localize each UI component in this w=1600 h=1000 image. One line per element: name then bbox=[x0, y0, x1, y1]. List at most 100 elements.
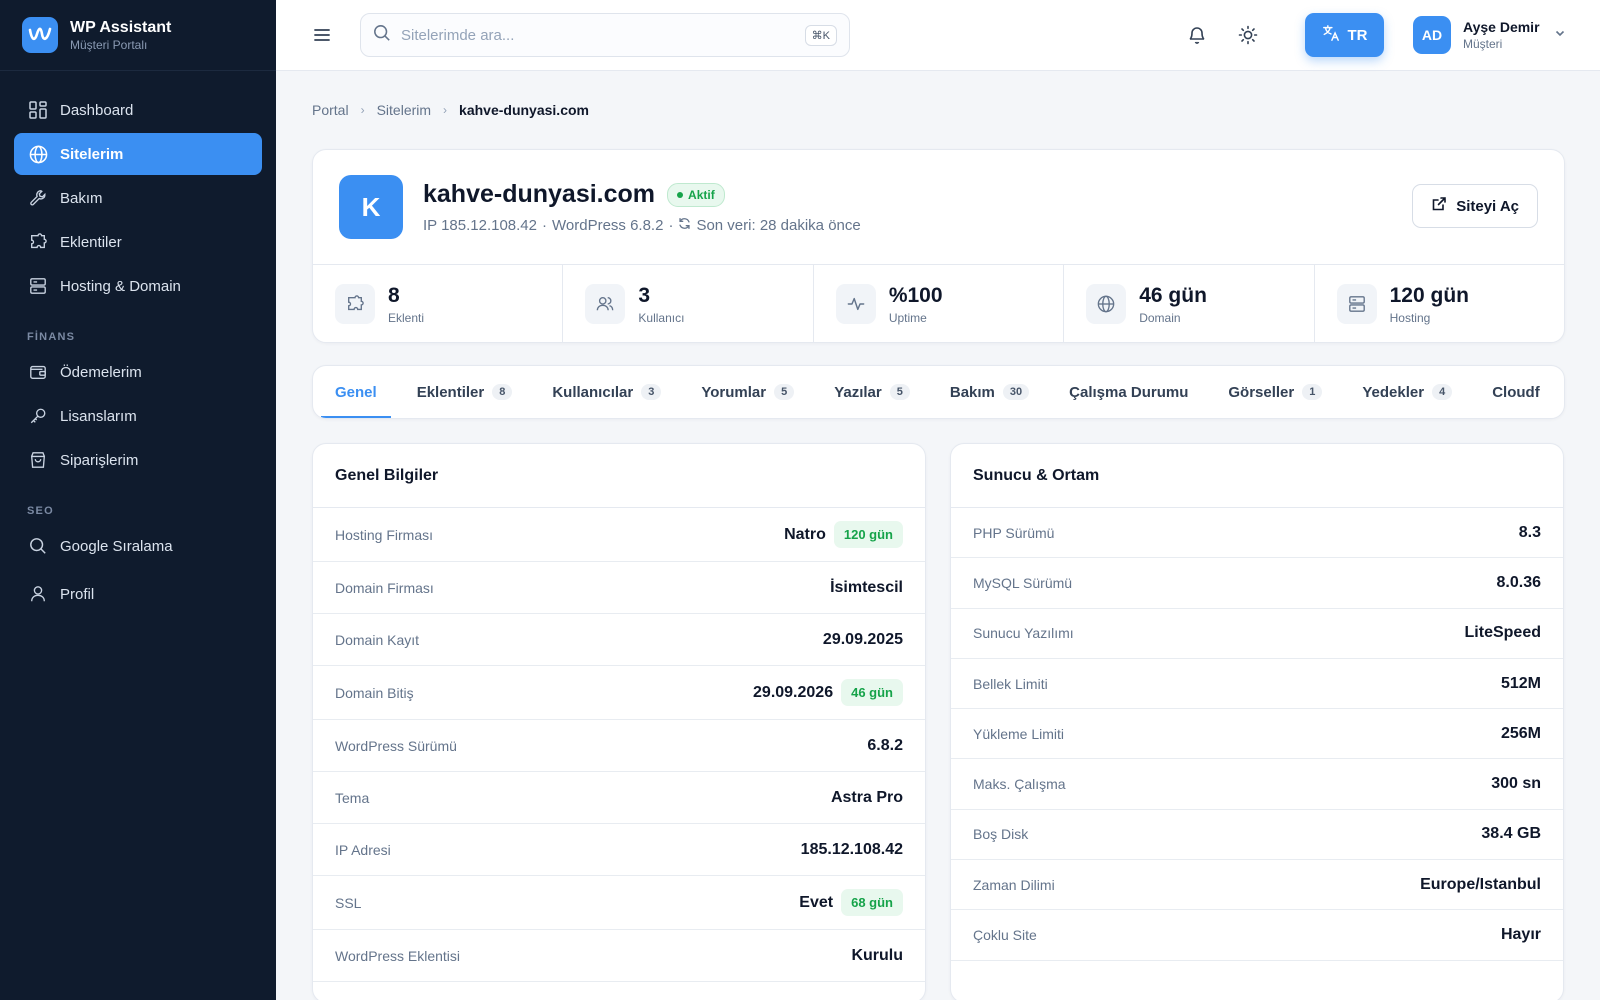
tab-yazilar[interactable]: Yazılar 5 bbox=[816, 366, 928, 418]
sidebar-item-siparislerim[interactable]: Siparişlerim bbox=[14, 439, 262, 481]
server-row-max-exec: Maks. Çalışma 300 sn bbox=[951, 759, 1563, 810]
row-value: Astra Pro bbox=[830, 788, 903, 806]
row-value: 6.8.2 bbox=[867, 736, 903, 754]
sidebar-item-label: Google Sıralama bbox=[60, 537, 173, 555]
info-row-theme: Tema Astra Pro bbox=[313, 772, 925, 824]
tab-eklentiler[interactable]: Eklentiler 8 bbox=[399, 366, 531, 418]
server-row-software: Sunucu Yazılımı LiteSpeed bbox=[951, 609, 1563, 659]
stat-plugins: 8 Eklenti bbox=[313, 265, 564, 343]
row-label: Domain Kayıt bbox=[335, 631, 420, 648]
section-finance: FİNANS bbox=[27, 331, 76, 343]
status-badge: Aktif bbox=[667, 182, 725, 207]
key-icon bbox=[28, 406, 48, 426]
tab-label: Kullanıcılar bbox=[552, 383, 634, 401]
tab-genel[interactable]: Genel bbox=[317, 366, 395, 418]
site-meta: IP 185.12.108.42 · WordPress 6.8.2 · Son… bbox=[423, 217, 861, 234]
sidebar-item-label: Profil bbox=[60, 585, 95, 603]
tab-label: Yazılar bbox=[834, 383, 882, 401]
user-menu[interactable]: AD Ayşe Demir Müşteri bbox=[1413, 16, 1566, 54]
sidebar-item-hosting-domain[interactable]: Hosting & Domain bbox=[14, 265, 262, 307]
stat-users: 3 Kullanıcı bbox=[563, 265, 814, 343]
row-value: 38.4 GB bbox=[1481, 825, 1541, 843]
tab-count: 4 bbox=[1432, 384, 1453, 400]
site-ip: IP 185.12.108.42 bbox=[423, 217, 537, 234]
sidebar-item-bakim[interactable]: Bakım bbox=[14, 177, 262, 219]
sidebar-item-eklentiler[interactable]: Eklentiler bbox=[14, 221, 262, 263]
shopping-bag-icon bbox=[28, 450, 48, 470]
search-input[interactable] bbox=[401, 26, 805, 44]
tab-label: Çalışma Durumu bbox=[1069, 383, 1189, 401]
info-row-hosting: Hosting Firması Natro 120 gün bbox=[313, 508, 925, 562]
puzzle-icon bbox=[28, 232, 48, 252]
stat-label: Kullanıcı bbox=[638, 310, 685, 325]
sidebar-nav: Dashboard Sitelerim Bakım Eklentiler Hos… bbox=[0, 71, 276, 635]
panel-title: Sunucu & Ortam bbox=[951, 444, 1563, 508]
panel-title: Genel Bilgiler bbox=[313, 444, 925, 508]
tab-bakim[interactable]: Bakım 30 bbox=[932, 366, 1047, 418]
sidebar: WP Assistant Müşteri Portalı Dashboard S… bbox=[0, 0, 276, 1000]
tab-kullanicilar[interactable]: Kullanıcılar 3 bbox=[534, 366, 679, 418]
tab-yedekler[interactable]: Yedekler 4 bbox=[1344, 366, 1470, 418]
row-label: SSL bbox=[335, 894, 362, 911]
row-value: 29.09.2025 bbox=[822, 630, 903, 648]
external-link-icon bbox=[1431, 196, 1447, 216]
row-value: 185.12.108.42 bbox=[800, 840, 903, 858]
sidebar-item-label: Ödemelerim bbox=[60, 363, 142, 381]
row-label: MySQL Sürümü bbox=[973, 574, 1073, 591]
stat-domain: 46 gün Domain bbox=[1064, 265, 1315, 343]
tab-count: 5 bbox=[774, 384, 795, 400]
tab-label: Bakım bbox=[949, 383, 995, 401]
avatar: AD bbox=[1413, 16, 1451, 54]
tab-gorseller[interactable]: Görseller 1 bbox=[1210, 366, 1340, 418]
brand[interactable]: WP Assistant Müşteri Portalı bbox=[0, 0, 276, 71]
sidebar-item-sitelerim[interactable]: Sitelerim bbox=[14, 133, 262, 175]
tab-calisma-durumu[interactable]: Çalışma Durumu bbox=[1051, 366, 1206, 418]
row-value: 8.3 bbox=[1518, 523, 1541, 541]
row-label: Domain Firması bbox=[335, 579, 434, 596]
stat-label: Domain bbox=[1139, 310, 1181, 325]
stats-bar: 8 Eklenti 3 Kullanıcı %100 Uptime 46 gün Dom… bbox=[313, 264, 1564, 343]
globe-icon bbox=[28, 144, 48, 164]
stat-value: 120 gün bbox=[1389, 283, 1469, 307]
row-value: LiteSpeed bbox=[1464, 624, 1541, 642]
tab-label: Görseller bbox=[1228, 383, 1295, 401]
sidebar-item-lisanslarim[interactable]: Lisanslarım bbox=[14, 395, 262, 437]
breadcrumb-portal[interactable]: Portal bbox=[312, 102, 349, 118]
refresh-icon bbox=[678, 217, 691, 234]
days-badge: 120 gün bbox=[833, 521, 903, 548]
sidebar-item-google-siralama[interactable]: Google Sıralama bbox=[14, 525, 262, 567]
language-button[interactable]: TR bbox=[1305, 13, 1384, 57]
info-row-domain-expiry: Domain Bitiş 29.09.2026 46 gün bbox=[313, 666, 925, 720]
sidebar-item-label: Bakım bbox=[60, 189, 103, 207]
tab-label: Yorumlar bbox=[701, 383, 767, 401]
tab-yorumlar[interactable]: Yorumlar 5 bbox=[683, 366, 812, 418]
row-label: WordPress Sürümü bbox=[335, 737, 457, 754]
row-value: 256M bbox=[1500, 724, 1541, 742]
open-site-label: Siteyi Aç bbox=[1456, 197, 1519, 215]
sidebar-item-odemelerim[interactable]: Ödemelerim bbox=[14, 351, 262, 393]
search-icon bbox=[373, 24, 391, 47]
stat-label: Hosting bbox=[1389, 310, 1431, 325]
server-row-memory: Bellek Limiti 512M bbox=[951, 659, 1563, 710]
language-label: TR bbox=[1347, 26, 1368, 44]
row-label: IP Adresi bbox=[335, 841, 391, 858]
logo-icon bbox=[22, 17, 58, 53]
sun-icon[interactable] bbox=[1235, 22, 1261, 48]
search-box[interactable]: ⌘K bbox=[360, 13, 850, 57]
row-label: Boş Disk bbox=[973, 826, 1029, 843]
sidebar-item-dashboard[interactable]: Dashboard bbox=[14, 89, 262, 131]
chevron-right-icon: › bbox=[360, 103, 365, 117]
server-row-multisite: Çoklu Site Hayır bbox=[951, 910, 1563, 961]
sidebar-item-profil[interactable]: Profil bbox=[14, 573, 262, 615]
bell-icon[interactable] bbox=[1184, 22, 1210, 48]
info-row-wp-plugin: WordPress Eklentisi Kurulu bbox=[313, 930, 925, 982]
tab-cloudflare[interactable]: Cloudf bbox=[1474, 366, 1557, 418]
tab-label: Genel bbox=[335, 383, 377, 401]
row-label: Sunucu Yazılımı bbox=[973, 625, 1074, 642]
breadcrumb-sitelerim[interactable]: Sitelerim bbox=[377, 102, 431, 118]
open-site-button[interactable]: Siteyi Aç bbox=[1412, 184, 1538, 228]
menu-icon[interactable] bbox=[312, 25, 332, 45]
tab-count: 1 bbox=[1302, 384, 1323, 400]
shortcut-badge: ⌘K bbox=[804, 24, 837, 46]
tab-count: 8 bbox=[492, 384, 513, 400]
